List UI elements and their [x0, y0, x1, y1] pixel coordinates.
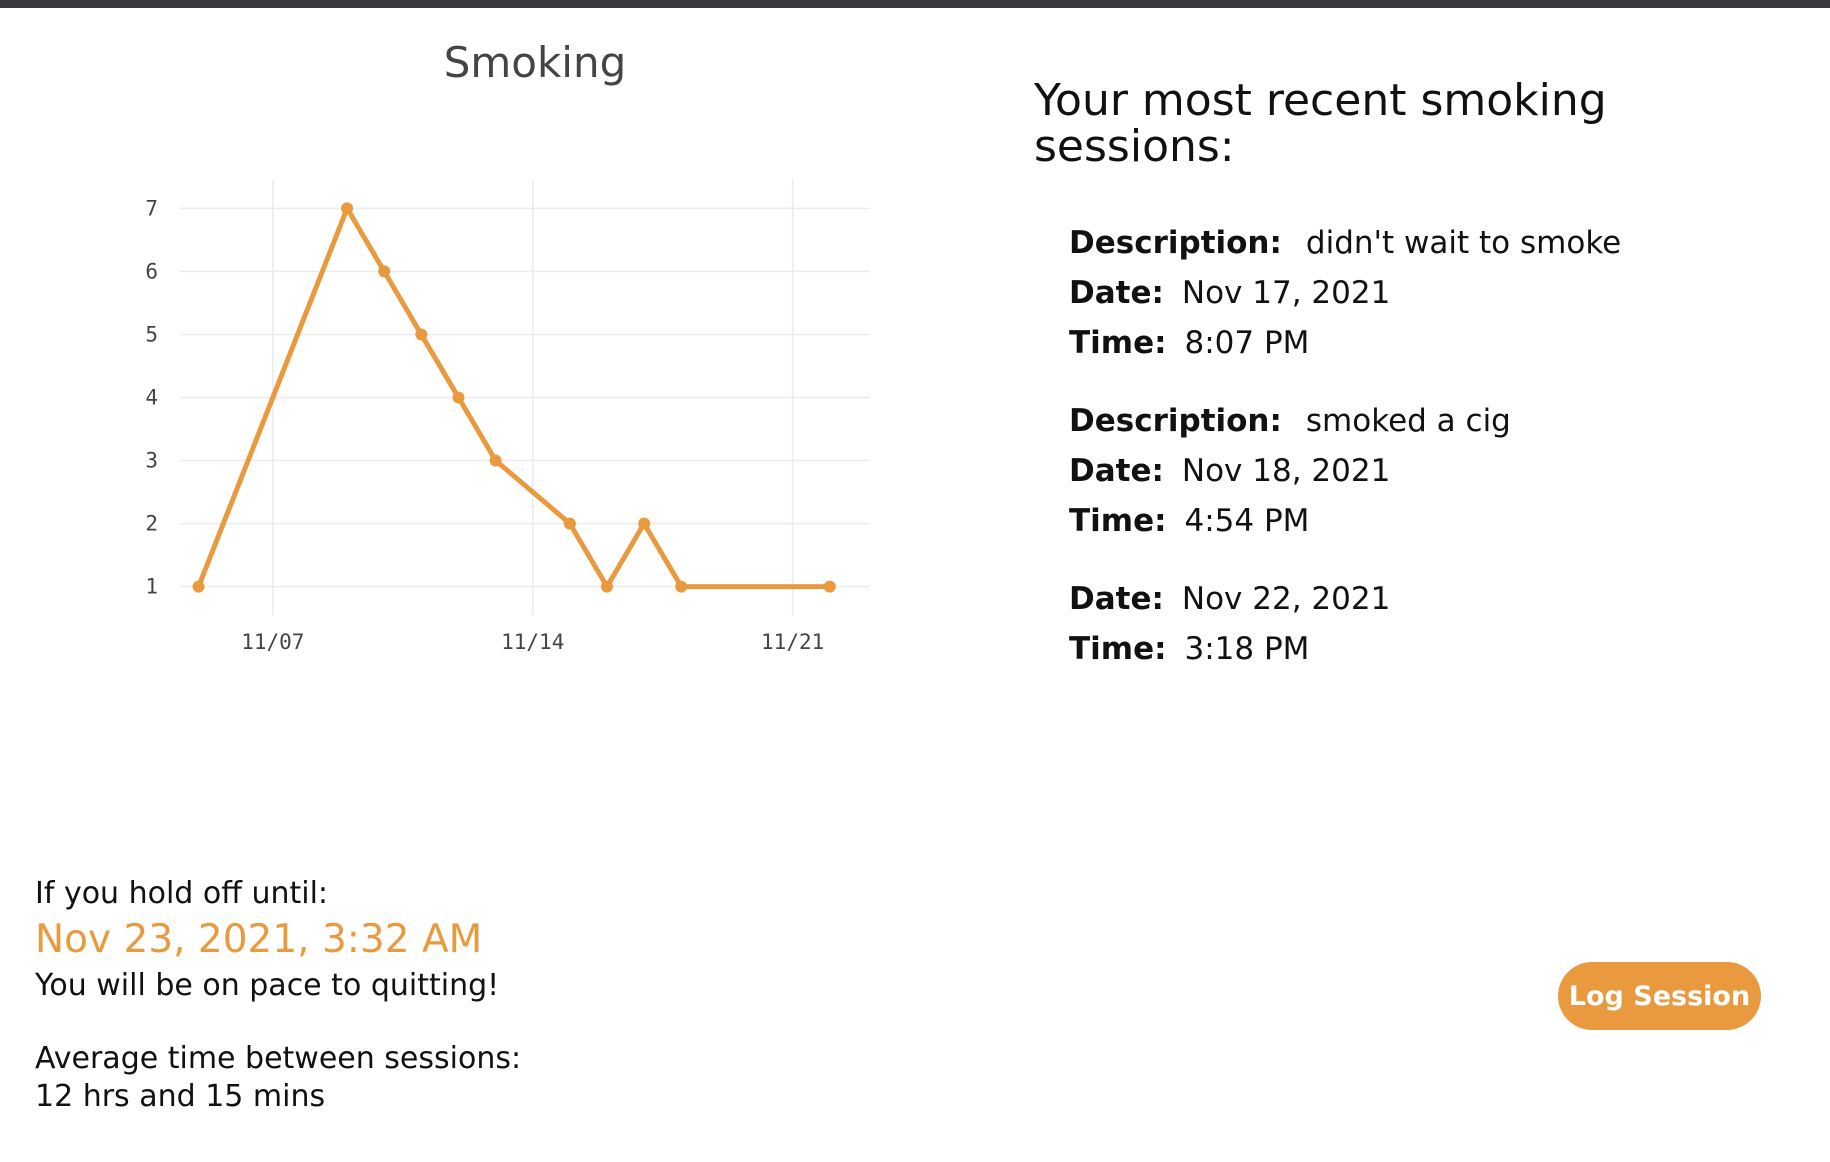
hold-off-label: If you hold off until: [35, 876, 329, 911]
log-session-button[interactable]: Log Session [1558, 962, 1761, 1030]
data-point [823, 580, 836, 593]
sessions-heading: Your most recent smoking sessions: [1034, 75, 1607, 172]
x-tick-label: 11/21 [761, 630, 824, 654]
data-point [415, 328, 428, 341]
x-tick-label: 11/14 [501, 630, 564, 654]
y-tick-label: 3 [145, 449, 158, 473]
data-point [638, 517, 651, 530]
description-label: Description: [1069, 403, 1282, 439]
session-time-row: Time: 8:07 PM [1069, 318, 1769, 368]
data-point [341, 202, 354, 215]
session-date: Nov 22, 2021 [1181, 581, 1391, 617]
session-time: 3:18 PM [1184, 631, 1310, 667]
data-point [600, 580, 613, 593]
data-point [452, 391, 465, 404]
y-tick-label: 7 [145, 196, 158, 220]
pace-message: You will be on pace to quitting! [35, 968, 500, 1003]
session-item: Description: didn't wait to smoke Date: No… [1069, 218, 1769, 368]
hold-off-date: Nov 23, 2021, 3:32 AM [35, 917, 483, 962]
data-point [675, 580, 688, 593]
data-point [489, 454, 502, 467]
session-time-row: Time: 4:54 PM [1069, 496, 1769, 546]
smoking-chart: 1 2 3 4 5 6 7 11/07 11/14 11/21 [145, 180, 870, 654]
time-label: Time: [1069, 503, 1167, 539]
average-time-block: Average time between sessions: 12 hrs an… [35, 1040, 835, 1116]
data-point [192, 580, 205, 593]
date-label: Date: [1069, 581, 1164, 617]
average-time-value: 12 hrs and 15 mins [35, 1079, 326, 1114]
session-date: Nov 17, 2021 [1181, 275, 1391, 311]
hold-off-panel: If you hold off until: Nov 23, 2021, 3:3… [35, 872, 835, 1116]
session-date-row: Date: Nov 17, 2021 [1069, 268, 1769, 318]
x-tick-label: 11/07 [241, 630, 304, 654]
session-date-row: Date: Nov 22, 2021 [1069, 574, 1769, 624]
y-tick-label: 2 [145, 512, 158, 536]
session-date: Nov 18, 2021 [1181, 453, 1391, 489]
session-time-row: Time: 3:18 PM [1069, 624, 1769, 674]
chart-grid [180, 180, 870, 615]
session-description-row: Description: didn't wait to smoke [1069, 218, 1769, 268]
session-description-row: Description: smoked a cig [1069, 396, 1769, 446]
session-description: smoked a cig [1305, 403, 1511, 439]
session-item: Description: smoked a cig Date: Nov 18, 20… [1069, 396, 1769, 546]
session-time: 4:54 PM [1184, 503, 1310, 539]
y-tick-label: 6 [145, 259, 158, 283]
date-label: Date: [1069, 275, 1164, 311]
date-label: Date: [1069, 453, 1164, 489]
session-time: 8:07 PM [1184, 325, 1310, 361]
data-point [378, 265, 391, 278]
sessions-list: Description: didn't wait to smoke Date: No… [1069, 218, 1769, 702]
y-tick-label: 4 [145, 386, 158, 410]
y-tick-label: 1 [145, 575, 158, 599]
time-label: Time: [1069, 325, 1167, 361]
time-label: Time: [1069, 631, 1167, 667]
y-axis-ticks: 1 2 3 4 5 6 7 [145, 196, 158, 598]
average-time-label: Average time between sessions: [35, 1041, 522, 1076]
session-item: Date: Nov 22, 2021 Time: 3:18 PM [1069, 574, 1769, 674]
session-description: didn't wait to smoke [1305, 225, 1622, 261]
y-tick-label: 5 [145, 322, 158, 346]
data-point [563, 517, 576, 530]
description-label: Description: [1069, 225, 1282, 261]
x-axis-ticks: 11/07 11/14 11/21 [241, 630, 824, 654]
session-date-row: Date: Nov 18, 2021 [1069, 446, 1769, 496]
